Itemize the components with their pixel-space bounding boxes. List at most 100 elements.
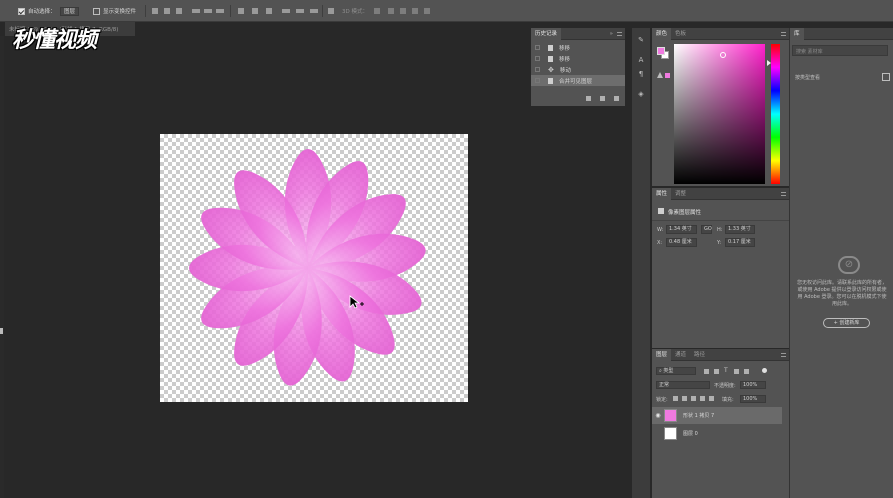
panel-menu-icon[interactable] — [781, 32, 786, 36]
distribute-top-icon[interactable] — [238, 8, 244, 14]
libraries-panel-header: 库 — [790, 27, 893, 40]
layer-row[interactable]: 图层 0 — [652, 425, 782, 442]
hue-slider[interactable] — [771, 44, 780, 184]
lock-artboard-icon[interactable] — [700, 396, 705, 401]
layer-row-selected[interactable]: ◉ 形状 1 拷贝 7 — [652, 407, 782, 424]
3d-cube-icon[interactable]: ◈ — [637, 90, 645, 98]
distribute-right-icon[interactable] — [310, 9, 318, 13]
align-vcenter-icon[interactable] — [164, 8, 170, 14]
create-library-button[interactable]: + 创建新库 — [823, 318, 870, 328]
auto-select-dropdown[interactable]: 图层 — [60, 6, 80, 16]
auto-select-checkbox[interactable] — [18, 7, 25, 15]
library-access-message: 您无权访问此库。请联系此库的所有者，或使用 Adobe 提供以登录访问权限或使用… — [796, 280, 887, 307]
filter-pixel-icon[interactable] — [704, 369, 709, 374]
history-state-box[interactable] — [535, 45, 540, 50]
tab-color[interactable]: 颜色 — [652, 27, 672, 40]
filter-smart-object-icon[interactable] — [744, 369, 749, 374]
show-transform-option[interactable]: 显示变换控件 — [93, 6, 136, 16]
3d-rotate-icon[interactable] — [374, 8, 380, 14]
tab-layers[interactable]: 图层 — [652, 348, 672, 361]
history-panel-header: 历史记录 » — [531, 27, 625, 40]
3d-slide-icon[interactable] — [412, 8, 418, 14]
history-state-box[interactable] — [535, 56, 540, 61]
collapse-icon[interactable]: » — [610, 31, 613, 37]
history-doc-icon — [548, 55, 553, 62]
layer-name: 图层 0 — [683, 431, 698, 437]
lock-transparent-icon[interactable] — [673, 396, 678, 401]
height-field[interactable]: 1.33 英寸 — [725, 225, 755, 234]
align-hcenter-icon[interactable] — [204, 9, 212, 13]
video-watermark-logo: 秒懂视频 — [12, 28, 97, 53]
lock-pixels-icon[interactable] — [682, 396, 687, 401]
distribute-left-icon[interactable] — [282, 9, 290, 13]
opacity-field[interactable]: 100% — [740, 381, 766, 389]
distribute-bottom-icon[interactable] — [266, 8, 272, 14]
history-state-box[interactable] — [535, 78, 540, 83]
fill-field[interactable]: 100% — [740, 395, 766, 403]
panel-menu-icon[interactable] — [781, 353, 786, 357]
auto-select-option[interactable]: 自动选择： — [18, 6, 56, 16]
toolbar-separator — [230, 5, 231, 17]
lock-position-icon[interactable] — [691, 396, 696, 401]
history-item-selected[interactable]: 合并可见图层 — [531, 75, 625, 86]
auto-align-icon[interactable] — [328, 8, 334, 14]
tab-history[interactable]: 历史记录 — [531, 27, 562, 40]
color-panel-header: 颜色 色板 — [652, 27, 789, 40]
color-picker-ring[interactable] — [720, 52, 726, 58]
document-canvas[interactable] — [160, 134, 468, 402]
paragraph-icon[interactable]: ¶ — [637, 70, 645, 78]
distribute-vcenter-icon[interactable] — [252, 8, 258, 14]
foreground-color-swatch[interactable] — [657, 47, 665, 55]
align-bottom-icon[interactable] — [176, 8, 182, 14]
eye-icon[interactable]: ◉ — [652, 412, 664, 419]
character-icon[interactable]: A — [637, 56, 645, 64]
layer-filter-select[interactable]: ⌕ 类型 — [656, 367, 696, 375]
library-view-filter[interactable]: 按类型查看 — [795, 74, 820, 81]
history-doc-icon — [548, 44, 553, 51]
blend-mode-select[interactable]: 正常 — [656, 381, 710, 389]
history-doc-icon — [548, 77, 553, 84]
filter-type-icon[interactable]: T — [724, 367, 728, 374]
filter-toggle-icon[interactable] — [762, 368, 767, 373]
y-field[interactable]: 0.17 厘米 — [725, 238, 755, 247]
grid-view-icon[interactable] — [882, 73, 890, 81]
3d-scale-icon[interactable] — [424, 8, 430, 14]
3d-pan-icon[interactable] — [400, 8, 406, 14]
tab-swatches[interactable]: 色板 — [671, 28, 690, 40]
align-left-icon[interactable] — [192, 9, 200, 13]
snapshot-icon[interactable] — [600, 96, 605, 101]
panel-menu-icon[interactable] — [781, 192, 786, 196]
history-item-label: 移动 — [559, 67, 571, 74]
history-item[interactable]: 移移 — [531, 53, 625, 64]
tab-channels[interactable]: 通道 — [671, 349, 690, 361]
gamut-warning-icon — [657, 72, 663, 78]
panel-menu-icon[interactable] — [617, 32, 622, 36]
link-dimensions-button[interactable]: GO — [701, 225, 712, 234]
library-search-input[interactable]: 搜索 素材库 — [792, 45, 888, 56]
hue-slider-handle[interactable] — [767, 60, 771, 66]
3d-roll-icon[interactable] — [388, 8, 394, 14]
x-field[interactable]: 0.48 厘米 — [666, 238, 697, 247]
tab-paths[interactable]: 路径 — [690, 349, 709, 361]
lock-all-icon[interactable] — [709, 396, 714, 401]
show-transform-checkbox[interactable] — [93, 7, 100, 15]
auto-select-value[interactable]: 图层 — [60, 6, 80, 16]
history-item[interactable]: 移移 — [531, 42, 625, 53]
history-item[interactable]: ✥ 移动 — [531, 64, 625, 75]
color-spectrum-field[interactable] — [674, 44, 765, 184]
toolbar-separator — [322, 5, 323, 17]
history-state-box[interactable] — [535, 67, 540, 72]
width-field[interactable]: 1.34 英寸 — [666, 225, 697, 234]
filter-shape-icon[interactable] — [734, 369, 739, 374]
tab-libraries[interactable]: 库 — [790, 27, 804, 40]
tab-properties[interactable]: 属性 — [652, 187, 672, 200]
tab-adjustments[interactable]: 调整 — [671, 188, 690, 200]
filter-adjustment-icon[interactable] — [714, 369, 719, 374]
gamut-swatch[interactable] — [665, 73, 670, 78]
align-top-icon[interactable] — [152, 8, 158, 14]
history-brush-icon[interactable]: ✎ — [637, 36, 645, 44]
align-right-icon[interactable] — [216, 9, 224, 13]
new-document-from-state-icon[interactable] — [586, 96, 591, 101]
trash-icon[interactable] — [614, 96, 619, 101]
distribute-hcenter-icon[interactable] — [296, 9, 304, 13]
